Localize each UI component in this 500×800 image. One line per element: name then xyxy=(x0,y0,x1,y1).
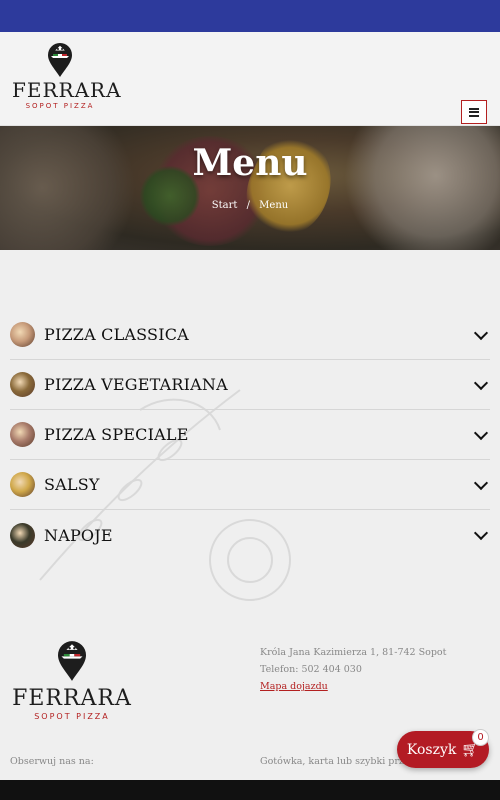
payment-methods: Gotówka, karta lub szybki przelew xyxy=(260,756,410,767)
cart-count-badge: 0 xyxy=(472,729,489,746)
bottom-bar xyxy=(0,780,500,800)
category-pizza-vegetariana[interactable]: PIZZA VEGETARIANA xyxy=(10,360,490,410)
cart-label: Koszyk xyxy=(406,741,457,758)
site-logo[interactable]: FERRARA SOPOT PIZZA xyxy=(12,42,122,118)
chevron-down-icon xyxy=(473,425,489,441)
address: Króla Jana Kazimierza 1, 81-742 Sopot xyxy=(260,647,447,658)
drink-thumbnail xyxy=(10,522,35,548)
pizza-thumbnail xyxy=(10,322,35,347)
hero-banner: Menu Start / Menu xyxy=(0,126,500,250)
phone: Telefon: 502 404 030 xyxy=(260,664,362,675)
page-title: Menu xyxy=(192,142,308,184)
chevron-down-icon xyxy=(473,525,489,541)
category-label: PIZZA SPECIALE xyxy=(44,425,189,444)
logo-pin-icon xyxy=(58,641,86,681)
hamburger-icon xyxy=(469,107,479,117)
footer-logo[interactable]: FERRARA SOPOT PIZZA xyxy=(12,640,132,722)
category-label: PIZZA CLASSICA xyxy=(44,325,189,344)
category-napoje[interactable]: NAPOJE xyxy=(10,510,490,560)
contact-info: Króla Jana Kazimierza 1, 81-742 Sopot Te… xyxy=(260,644,446,695)
footer-logo-tagline: SOPOT PIZZA xyxy=(34,712,110,721)
category-label: SALSY xyxy=(44,475,100,494)
sauce-thumbnail xyxy=(10,472,35,497)
pizza-thumbnail xyxy=(10,422,35,447)
category-salsy[interactable]: SALSY xyxy=(10,460,490,510)
chevron-down-icon xyxy=(473,375,489,391)
follow-label: Obserwuj nas na: xyxy=(10,756,94,767)
category-label: PIZZA VEGETARIANA xyxy=(44,375,228,394)
breadcrumb: Start / Menu xyxy=(0,200,500,211)
footer-logo-name: FERRARA xyxy=(12,686,132,711)
menu-toggle-button[interactable] xyxy=(461,100,487,124)
menu-categories: PIZZA CLASSICA PIZZA VEGETARIANA PIZZA S… xyxy=(10,310,490,560)
category-label: NAPOJE xyxy=(44,525,113,545)
category-pizza-speciale[interactable]: PIZZA SPECIALE xyxy=(10,410,490,460)
breadcrumb-home-link[interactable]: Start xyxy=(212,200,238,211)
logo-pin-icon xyxy=(48,43,72,77)
chevron-down-icon xyxy=(473,325,489,341)
logo-tagline: SOPOT PIZZA xyxy=(25,102,95,110)
map-link[interactable]: Mapa dojazdu xyxy=(260,681,328,692)
site-header: FERRARA SOPOT PIZZA xyxy=(0,32,500,126)
chevron-down-icon xyxy=(473,475,489,491)
breadcrumb-separator: / xyxy=(246,200,250,211)
logo-name: FERRARA xyxy=(12,78,122,102)
category-pizza-classica[interactable]: PIZZA CLASSICA xyxy=(10,310,490,360)
top-bar xyxy=(0,0,500,32)
breadcrumb-current: Menu xyxy=(259,200,289,211)
pizza-thumbnail xyxy=(10,372,35,397)
